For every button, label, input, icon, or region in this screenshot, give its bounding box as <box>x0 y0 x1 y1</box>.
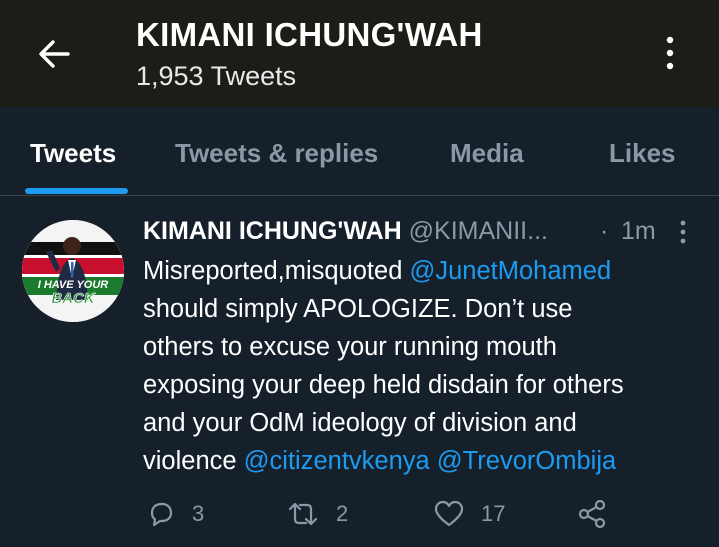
profile-header: KIMANI ICHUNG'WAH 1,953 Tweets <box>0 0 719 107</box>
avatar-image: I HAVE YOUR BACK <box>22 220 124 322</box>
reply-button[interactable]: 3 <box>146 496 204 532</box>
share-icon <box>578 499 606 529</box>
profile-tabs: Tweets Tweets & replies Media Likes <box>0 107 719 196</box>
tweet-line: violence @citizentvkenya @TrevorOmbija <box>143 442 703 480</box>
tweet-line: others to excuse your running mouth <box>143 333 557 361</box>
avatar[interactable]: I HAVE YOUR BACK <box>22 220 124 322</box>
reply-count: 3 <box>192 501 205 526</box>
retweet-icon <box>288 502 318 526</box>
mention-link[interactable]: @citizentvkenya <box>244 447 430 475</box>
tweet-header: KIMANI ICHUNG'WAH @KIMANII... · 1m <box>143 217 703 249</box>
tweet-time[interactable]: 1m <box>621 217 656 246</box>
author-handle[interactable]: @KIMANII... <box>409 217 548 245</box>
share-button[interactable] <box>576 496 608 532</box>
tweet-line: and your OdM ideology of division and <box>143 409 577 437</box>
profile-title: KIMANI ICHUNG'WAH <box>136 16 483 53</box>
reply-icon <box>150 502 173 527</box>
tweet-text-segment: violence <box>143 447 244 475</box>
tab-tweets-and-replies[interactable]: Tweets & replies <box>175 138 378 169</box>
separator-dot: · <box>600 217 609 245</box>
mention-link[interactable]: @JunetMohamed <box>409 257 611 285</box>
mention-link[interactable]: @TrevorOmbija <box>430 447 616 475</box>
like-count: 17 <box>481 501 506 526</box>
retweet-count: 2 <box>336 501 349 526</box>
back-arrow-icon[interactable] <box>34 34 74 74</box>
tweet-line: should simply APOLOGIZE. Don’t use <box>143 295 573 323</box>
tab-likes[interactable]: Likes <box>609 138 676 169</box>
tweet-text-segment: Misreported,misquoted <box>143 257 410 285</box>
tweet-count: 1,953 Tweets <box>136 61 297 91</box>
like-button[interactable]: 17 <box>433 496 505 532</box>
like-icon <box>434 500 464 527</box>
tweet-line: Misreported,misquoted @JunetMohamed <box>143 252 703 290</box>
tab-tweets[interactable]: Tweets <box>30 138 116 169</box>
retweet-button[interactable]: 2 <box>286 496 348 532</box>
active-tab-indicator <box>25 188 128 194</box>
more-vertical-icon[interactable] <box>656 34 684 74</box>
svg-text:BACK: BACK <box>51 290 95 307</box>
tweet-more-icon[interactable] <box>677 219 689 245</box>
tweet-line: exposing your deep held disdain for othe… <box>143 371 624 399</box>
tweet-text: Misreported,misquoted @JunetMohamed shou… <box>143 252 703 480</box>
tab-media[interactable]: Media <box>450 138 524 169</box>
author-name[interactable]: KIMANI ICHUNG'WAH <box>143 217 402 245</box>
